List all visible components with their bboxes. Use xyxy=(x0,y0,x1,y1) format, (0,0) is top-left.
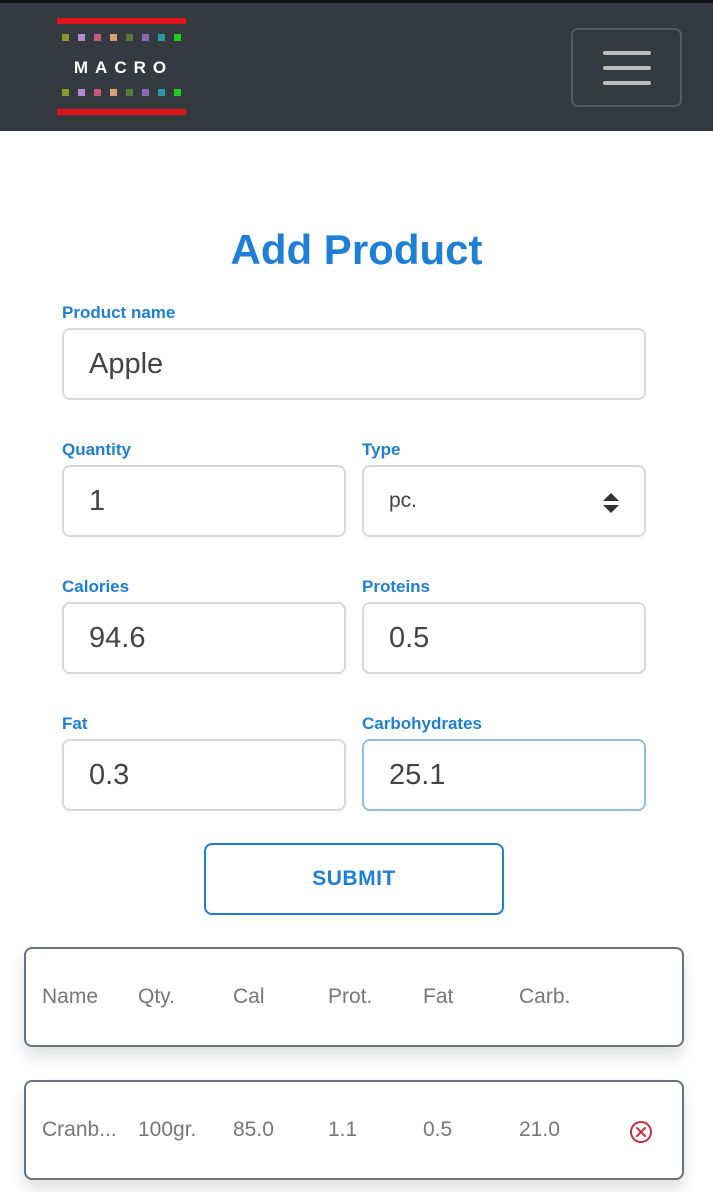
logo-dot xyxy=(94,89,101,96)
logo-dot xyxy=(142,34,149,41)
product-name-label: Product name xyxy=(62,303,176,322)
logo-dot xyxy=(158,34,165,41)
fat-input[interactable]: 0.3 xyxy=(62,739,346,811)
macro-logo[interactable]: MACRO xyxy=(57,18,186,116)
logo-bottom-bar xyxy=(57,109,186,115)
quantity-value: 1 xyxy=(89,484,106,517)
select-arrows-icon xyxy=(603,493,619,513)
logo-dot xyxy=(110,89,117,96)
proteins-value: 0.5 xyxy=(389,621,430,654)
type-value: pc. xyxy=(389,489,418,512)
quantity-label: Quantity xyxy=(62,440,131,459)
fat-label: Fat xyxy=(62,714,88,733)
logo-dot xyxy=(174,89,181,96)
header-carb: Carb. xyxy=(519,985,571,1008)
row-fat: 0.5 xyxy=(423,1118,453,1141)
row-prot: 1.1 xyxy=(328,1118,358,1141)
logo-dot xyxy=(126,89,133,96)
table-header: Name Qty. Cal Prot. Fat Carb. xyxy=(24,947,684,1047)
type-label: Type xyxy=(362,440,401,459)
proteins-input[interactable]: 0.5 xyxy=(362,602,646,674)
header-prot: Prot. xyxy=(328,985,373,1008)
navbar: MACRO xyxy=(0,3,713,131)
logo-dot xyxy=(78,89,85,96)
type-select[interactable]: pc. xyxy=(362,465,646,537)
row-cal: 85.0 xyxy=(233,1118,274,1141)
logo-dot xyxy=(158,89,165,96)
calories-label: Calories xyxy=(62,577,130,596)
carbohydrates-input[interactable]: 25.1 xyxy=(362,739,646,811)
logo-dot xyxy=(78,34,85,41)
product-name-value: Apple xyxy=(89,347,164,380)
carbohydrates-label: Carbohydrates xyxy=(362,714,482,733)
row-name: Cranb... xyxy=(42,1118,117,1141)
calories-input[interactable]: 94.6 xyxy=(62,602,346,674)
logo-dot xyxy=(110,34,117,41)
logo-top-bar xyxy=(57,18,186,24)
fat-value: 0.3 xyxy=(89,758,130,791)
logo-dot xyxy=(126,34,133,41)
quantity-input[interactable]: 1 xyxy=(62,465,346,537)
submit-button[interactable]: SUBMIT xyxy=(204,843,504,915)
page-title: Add Product xyxy=(230,226,483,273)
logo-dot xyxy=(94,34,101,41)
row-qty: 100gr. xyxy=(138,1118,197,1141)
logo-dot xyxy=(142,89,149,96)
logo-dots-top xyxy=(62,34,186,41)
row-carb: 21.0 xyxy=(519,1118,560,1141)
header-cal: Cal xyxy=(233,985,265,1008)
proteins-label: Proteins xyxy=(362,577,431,596)
table-row: Cranb... 100gr. 85.0 1.1 0.5 21.0 xyxy=(24,1080,684,1180)
menu-toggle-button[interactable] xyxy=(571,28,682,107)
header-qty: Qty. xyxy=(138,985,175,1008)
carbohydrates-value: 25.1 xyxy=(389,758,446,791)
logo-dots-bottom xyxy=(62,89,186,96)
header-name: Name xyxy=(42,985,99,1008)
logo-text: MACRO xyxy=(73,58,174,77)
calories-value: 94.6 xyxy=(89,621,146,654)
product-name-input[interactable]: Apple xyxy=(62,328,646,400)
header-fat: Fat xyxy=(423,985,454,1008)
logo-dot xyxy=(174,34,181,41)
logo-dot xyxy=(62,34,69,41)
logo-dot xyxy=(62,89,69,96)
remove-circle-x-icon[interactable] xyxy=(629,1120,653,1144)
